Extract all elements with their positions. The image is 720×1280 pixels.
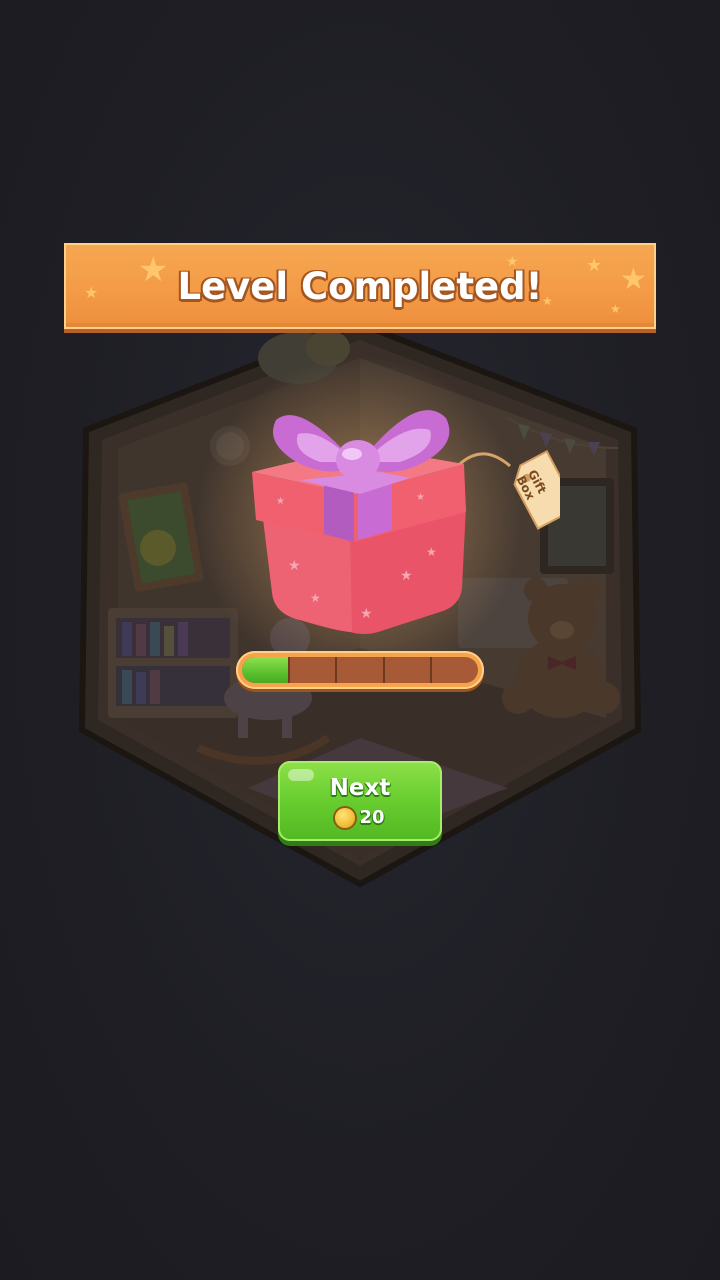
- level-completed-banner: ★ ★ ★ ★ ★ ★ ★ ★ Level Completed!: [64, 243, 656, 329]
- progress-track: [242, 657, 478, 683]
- progress-segment: [290, 657, 338, 683]
- next-button[interactable]: Next 20: [278, 761, 442, 841]
- svg-text:★: ★: [276, 496, 285, 507]
- banner-title: Level Completed!: [177, 265, 543, 308]
- gift-box-icon: ★ ★ ★ ★ ★ ★ ★: [240, 380, 560, 640]
- progress-segment: [432, 657, 478, 683]
- svg-text:★: ★: [400, 568, 413, 584]
- svg-text:★: ★: [360, 606, 373, 622]
- coin-cost-value: 20: [359, 807, 385, 828]
- svg-text:★: ★: [416, 492, 425, 503]
- next-cost: 20: [278, 807, 442, 828]
- next-button-label: Next: [329, 775, 391, 801]
- progress-segment: [242, 657, 290, 683]
- svg-text:★: ★: [426, 545, 437, 559]
- svg-text:★: ★: [310, 591, 321, 605]
- level-complete-screen: ★ ★ ★ ★ ★ ★ ★ ★ Level Completed! ★ ★ ★ ★…: [0, 0, 720, 1280]
- svg-text:★: ★: [288, 558, 301, 574]
- progress-segment: [385, 657, 433, 683]
- reward-progress-bar: [236, 651, 484, 689]
- coin-icon: [335, 807, 356, 828]
- progress-segment: [337, 657, 385, 683]
